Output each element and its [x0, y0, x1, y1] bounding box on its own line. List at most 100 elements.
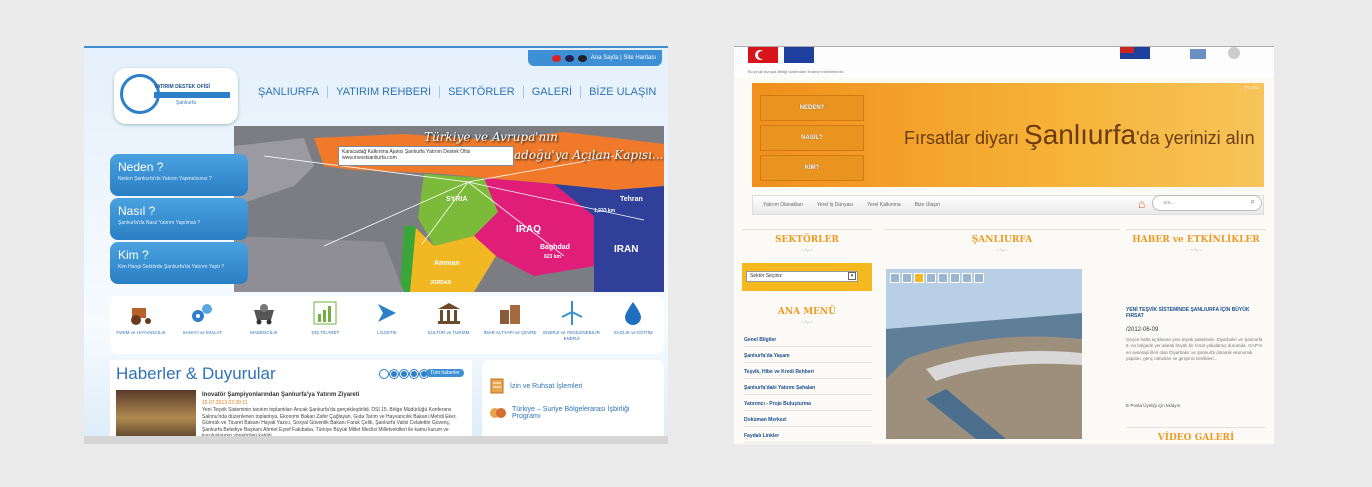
sector-select[interactable]: Sektör Seçiniz ▾	[746, 271, 858, 282]
search-placeholder: ara...	[1163, 200, 1175, 206]
city-photo-slider[interactable]	[886, 269, 1082, 439]
nav-yerel-kalkinma[interactable]: Yerel Kalkınma	[867, 202, 900, 208]
chevron-down-icon[interactable]: ▾	[848, 272, 856, 280]
sector-dis-ticaret[interactable]: DIŞ TİCARET	[295, 300, 355, 336]
menu-heading: ANA MENÜ	[777, 307, 837, 317]
tr-flag-icon[interactable]	[551, 54, 561, 62]
nasil-title: Nasıl ?	[118, 204, 156, 218]
sector-tarim[interactable]: TARIM ve HAYVANCILIK	[111, 300, 171, 336]
nav-sanliurfa[interactable]: ŞANLIURFA	[250, 86, 329, 98]
nav-galeri[interactable]: GALERİ	[524, 86, 582, 98]
menu-item[interactable]: Şanlıurfa'da Yaşam	[744, 353, 872, 363]
neden-subtitle: Neden Şanlıurfa'da Yatırım Yapmalısınız …	[118, 176, 212, 182]
browser-bottom-bar	[84, 436, 668, 444]
news-item-title[interactable]: Inovatör Şampiyonlarından Şanlıurfa'ya Y…	[202, 392, 359, 398]
slider-thumb[interactable]	[938, 273, 948, 283]
nav-yatirim-rehberi[interactable]: YATIRIM REHBERİ	[328, 86, 441, 98]
ornament-icon: ~∿~	[1189, 248, 1203, 254]
link-turkiye-suriye[interactable]: Türkiye – Suriye Bölgelerarası İşbirliği…	[490, 406, 660, 420]
news-heading: HABER ve ETKİNLİKLER	[1132, 235, 1260, 245]
slider-thumb[interactable]	[914, 273, 924, 283]
nav-yerel-is-dunyasi[interactable]: Yerel İş Dünyası	[817, 202, 853, 208]
map-label-amman: Amman	[434, 260, 460, 267]
kim-button[interactable]: KİM?	[760, 155, 864, 181]
uk-flag-icon[interactable]	[564, 54, 574, 62]
menu-item[interactable]: Teşvik, Hibe ve Kredi Rehberi	[744, 369, 872, 379]
document-icon	[490, 378, 504, 394]
slider-thumb[interactable]	[950, 273, 960, 283]
ornament-icon: ~∿~	[800, 248, 814, 254]
banner-buttons: NEDEN? NASIL? KİM?	[760, 95, 864, 181]
slider-thumb[interactable]	[902, 273, 912, 283]
sector-madencilik[interactable]: MADENCİLİK	[234, 300, 294, 336]
sector-enerji[interactable]: ENERJİ ve YENİLENEBİLİR ENERJİ	[542, 300, 602, 342]
sector-sanayi[interactable]: SANAYİ ve İMALAT	[172, 300, 232, 336]
logo-text: YATIRIM DESTEK OFİSİ	[154, 84, 210, 90]
kim-button[interactable]: Kim ? Kim Hangi Sektörde Şanlıurfa'da Ya…	[110, 242, 248, 284]
de-flag-icon[interactable]	[577, 54, 587, 62]
tooltip-line2: www.investsanliurfa.com	[342, 155, 397, 161]
map-tooltip: Karacadağ Kalkınma Ajansı Şanlıurfa Yatı…	[338, 146, 514, 166]
sector-imar[interactable]: İMAR ALTYAPI ve ÇEVRE	[480, 300, 540, 336]
handshake-icon	[490, 408, 506, 418]
sector-label: LOJİSTİK	[377, 330, 397, 335]
search-icon[interactable]: ⌕	[1251, 197, 1255, 207]
nasil-button[interactable]: Nasıl ? Şanlıurfa'da Nasıl Yatırım Yapıl…	[110, 198, 248, 240]
ornament-icon: ~∿~	[800, 320, 814, 326]
nav-sektorler[interactable]: SEKTÖRLER	[440, 86, 524, 98]
link-izin-ruhsat[interactable]: İzin ve Ruhsat İşlemleri	[490, 378, 582, 394]
city-heading: ŞANLIURFA	[971, 235, 1033, 245]
sector-label: SAĞLIK ve EĞİTİM	[613, 330, 653, 335]
mine-cart-icon	[251, 300, 277, 326]
email-subscribe-link[interactable]: E-Posta Üyeliği için tıklayın	[1126, 403, 1180, 408]
sector-icons-bar: TARIM ve HAYVANCILIK SANAYİ ve İMALAT MA…	[110, 296, 664, 354]
museum-icon	[436, 300, 462, 326]
slider-thumb[interactable]	[974, 273, 984, 283]
pager-dot[interactable]	[400, 370, 408, 378]
pager-dot[interactable]	[390, 370, 398, 378]
news-pager[interactable]	[380, 370, 428, 378]
menu-item[interactable]: Genel Bilgiler	[744, 337, 872, 347]
slider-thumb[interactable]	[962, 273, 972, 283]
site-logo[interactable]: YATIRIM DESTEK OFİSİ Şanlıurfa	[114, 68, 238, 124]
nav-bize-ulasin[interactable]: Bize Ulaşın	[915, 202, 940, 208]
language-switch[interactable]: TR | EN	[1244, 85, 1258, 90]
news-title[interactable]: YENİ TEŞVİK SİSTEMİNDE ŞANLIURFA İÇİN BÜ…	[1126, 307, 1266, 319]
nav-yatirim-olanaklari[interactable]: Yatırım Olanakları	[763, 202, 803, 208]
tagline-pre: Fırsatlar diyarı	[904, 128, 1020, 148]
pager-dot[interactable]	[380, 370, 388, 378]
pager-dot[interactable]	[410, 370, 418, 378]
nasil-button[interactable]: NASIL?	[760, 125, 864, 151]
utility-links[interactable]: Ana Sayfa | Site Haritası	[591, 55, 656, 61]
tractor-icon	[128, 300, 154, 326]
all-news-button[interactable]: Tüm haberler	[426, 369, 464, 377]
sector-lojistik[interactable]: LOJİSTİK	[357, 300, 417, 336]
search-input[interactable]: ara... ⌕	[1152, 195, 1262, 211]
slider-thumb[interactable]	[890, 273, 900, 283]
map-label-dist2: 823 km	[544, 254, 561, 260]
sector-saglik[interactable]: SAĞLIK ve EĞİTİM	[603, 300, 663, 336]
menu-item[interactable]: Şanlıurfa'daki Yatırım Sahaları	[744, 385, 872, 395]
map-label-iran: IRAN	[614, 244, 639, 255]
news-panel: Haberler & Duyurular Tüm haberler Inovat…	[110, 360, 472, 444]
wind-turbine-icon	[559, 300, 585, 326]
menu-item[interactable]: Yatırımcı - Proje Buluşturma	[744, 401, 872, 411]
nav-bize-ulasin[interactable]: BİZE ULAŞIN	[581, 86, 664, 98]
eu-flag-icon	[784, 47, 814, 63]
nasil-subtitle: Şanlıurfa'da Nasıl Yatırım Yapılmalı ?	[118, 220, 201, 226]
sector-kultur[interactable]: KÜLTÜR ve TURİZM	[419, 300, 479, 336]
neden-button[interactable]: NEDEN?	[760, 95, 864, 121]
home-icon[interactable]: ⌂	[1138, 197, 1145, 211]
main-nav: ŞANLIURFA YATIRIM REHBERİ SEKTÖRLER GALE…	[250, 86, 664, 98]
banner-tagline: Fırsatlar diyarı Şanlıurfa'da yerinizi a…	[904, 119, 1255, 151]
menu-item[interactable]: Faydalı Linkler	[744, 433, 872, 443]
right-site-screenshot: Bu proje Avrupa Birliği tarafından finan…	[734, 46, 1274, 444]
kim-subtitle: Kim Hangi Sektörde Şanlıurfa'da Yatırım …	[118, 264, 225, 270]
menu-item[interactable]: Doküman Merkezi	[744, 417, 872, 427]
slider-thumb[interactable]	[926, 273, 936, 283]
neden-button[interactable]: Neden ? Neden Şanlıurfa'da Yatırım Yapma…	[110, 154, 248, 196]
news-body: Geçen hafta açıklanan yeni teşvik paketi…	[1126, 337, 1263, 361]
africa-region	[234, 236, 404, 292]
map-title-line1: Türkiye ve Avrupa'nın	[424, 130, 558, 144]
chart-icon	[312, 300, 338, 326]
